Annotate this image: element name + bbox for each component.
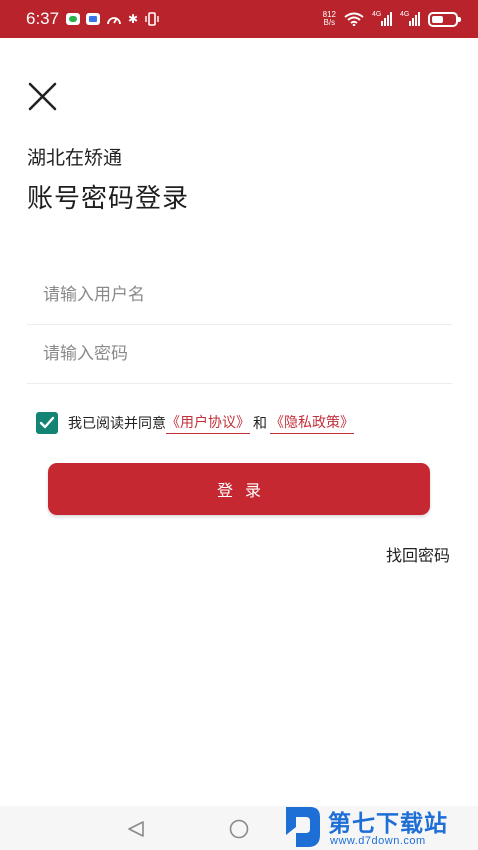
agreement-row: 我已阅读并同意 《用户协议》 和 《隐私政策》	[36, 411, 354, 435]
app-notification-icon	[86, 13, 100, 25]
signal-icon-2: 4G	[400, 11, 420, 26]
wechat-icon	[66, 13, 80, 25]
password-input[interactable]	[43, 325, 438, 383]
user-agreement-link[interactable]: 《用户协议》	[166, 412, 250, 434]
login-button[interactable]: 登录	[48, 463, 430, 515]
close-icon	[28, 82, 57, 111]
battery-icon	[428, 11, 461, 27]
username-field-row	[27, 266, 452, 325]
watermark-title: 第七下载站	[328, 811, 448, 837]
privacy-policy-link[interactable]: 《隐私政策》	[270, 412, 354, 434]
signal-icon-1: 4G	[372, 11, 392, 26]
home-circle-icon[interactable]	[228, 818, 250, 840]
close-button[interactable]	[26, 80, 60, 114]
check-icon	[39, 416, 55, 429]
watermark: 第七下载站 www.d7down.com	[284, 803, 474, 850]
net-speed-unit: B/s	[323, 18, 336, 27]
status-system-icons: 812 B/s 4G 4G	[323, 9, 461, 29]
username-input[interactable]	[43, 266, 438, 324]
forgot-password-link[interactable]: 找回密码	[386, 542, 450, 566]
battery-level	[432, 15, 443, 23]
gauge-icon	[107, 17, 121, 25]
app-name: 湖北在矫通	[27, 147, 123, 169]
signal-1-label: 4G	[372, 11, 382, 18]
status-bar: 6:37 ✱ 812 B/s 4G 4G	[0, 0, 478, 38]
agreement-checkbox[interactable]	[36, 412, 58, 434]
status-time: 6:37	[26, 9, 60, 28]
agreement-text: 我已阅读并同意	[68, 416, 166, 432]
back-triangle-icon[interactable]	[126, 820, 146, 838]
watermark-url: www.d7down.com	[330, 835, 426, 847]
watermark-logo-icon	[286, 807, 320, 847]
status-notification-icons: ✱	[66, 11, 160, 27]
vibrate-icon	[145, 12, 159, 26]
agreement-and-text: 和	[253, 416, 267, 432]
wifi-icon	[344, 12, 364, 26]
bluetooth-icon: ✱	[128, 12, 139, 26]
page-title: 账号密码登录	[27, 184, 190, 214]
password-field-row	[27, 325, 452, 384]
net-speed: 812 B/s	[323, 11, 336, 27]
signal-2-label: 4G	[400, 11, 410, 18]
